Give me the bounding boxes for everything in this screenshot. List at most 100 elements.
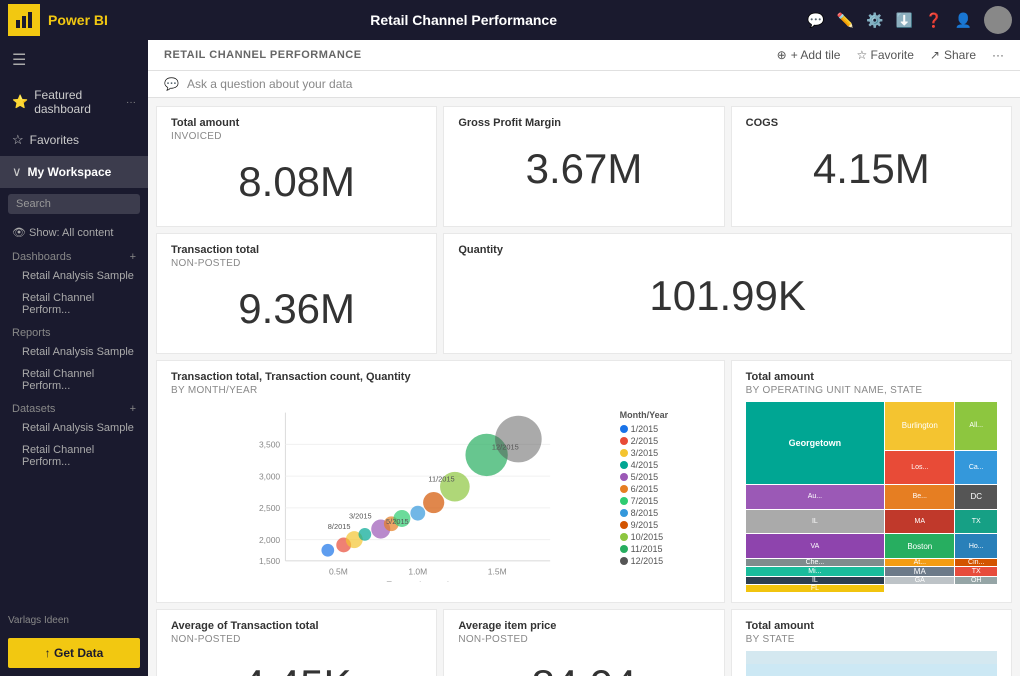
chart-title: Total amount — [746, 620, 997, 632]
share-icon: ↗ — [930, 48, 940, 62]
kpi-quantity[interactable]: Quantity 101.99K — [443, 233, 1012, 354]
settings-icon[interactable]: ⚙️ — [866, 12, 883, 29]
add-dashboard-icon[interactable]: + — [130, 251, 136, 263]
svg-text:0.5M: 0.5M — [329, 567, 348, 577]
workspace-icon: ∨ — [12, 164, 22, 180]
get-data-icon: ↑ — [45, 646, 51, 660]
sidebar: ☰ ⭐ Featured dashboard ··· ☆ Favorites ∨… — [0, 40, 148, 676]
varlags-ideen[interactable]: Varlags Ideen — [0, 611, 148, 630]
svg-text:2,000: 2,000 — [259, 535, 280, 545]
svg-text:3/2015: 3/2015 — [349, 511, 372, 520]
svg-text:1,500: 1,500 — [259, 556, 280, 566]
svg-text:3,500: 3,500 — [259, 440, 280, 450]
kpi-value: 4.45K — [171, 651, 422, 676]
svg-text:1.5M: 1.5M — [488, 567, 507, 577]
sidebar-item-datasets-channel[interactable]: Retail Channel Perform... — [0, 439, 148, 473]
kpi-value: 9.36M — [171, 275, 422, 343]
kpi-subtitle: INVOICED — [171, 131, 422, 142]
svg-text:Transaction total: Transaction total — [387, 579, 449, 582]
kpi-value: 101.99K — [458, 262, 997, 330]
share-button[interactable]: ↗ Share — [930, 48, 976, 62]
sidebar-item-reports-channel[interactable]: Retail Channel Perform... — [0, 363, 148, 397]
toolbar-title: RETAIL CHANNEL PERFORMANCE — [164, 49, 362, 61]
toolbar-actions: ⊕ + Add tile ☆ Favorite ↗ Share ··· — [777, 48, 1004, 62]
eye-icon: 👁 — [12, 227, 26, 239]
map-area: UNITED STATES MEXICO Gulf of Mexico Sorg… — [746, 651, 997, 676]
chart-subtitle: BY MONTH/YEAR — [171, 385, 710, 396]
app-name: Power BI — [48, 12, 108, 28]
svg-text:2,500: 2,500 — [259, 503, 280, 513]
hamburger-menu[interactable]: ☰ — [0, 40, 148, 80]
more-icon[interactable]: ··· — [126, 97, 136, 108]
kpi-value: 8.08M — [171, 148, 422, 216]
add-tile-button[interactable]: ⊕ + Add tile — [777, 48, 841, 62]
chart-subtitle: NON-POSTED — [458, 634, 709, 645]
kpi-value: 3.67M — [458, 135, 709, 203]
sidebar-item-retail-analysis[interactable]: Retail Analysis Sample — [0, 265, 148, 287]
add-dataset-icon[interactable]: + — [130, 403, 136, 415]
svg-text:5/2015: 5/2015 — [386, 517, 409, 526]
sidebar-item-featured[interactable]: ⭐ Featured dashboard ··· — [0, 80, 148, 124]
sidebar-item-favorites[interactable]: ☆ Favorites — [0, 124, 148, 156]
get-data-button[interactable]: ↑ Get Data — [8, 638, 140, 668]
qa-icon: 💬 — [164, 77, 179, 91]
bubble-chart-svg: 3,500 3,000 2,500 2,000 1,500 0.5M 1.0M … — [171, 402, 612, 582]
avg-transaction-card[interactable]: Average of Transaction total NON-POSTED … — [156, 609, 437, 676]
chart-subtitle: BY STATE — [746, 634, 997, 645]
avg-item-price-card[interactable]: Average item price NON-POSTED 84.94 — [443, 609, 724, 676]
kpi-gross-profit[interactable]: Gross Profit Margin 3.67M — [443, 106, 724, 227]
chart-subtitle: NON-POSTED — [171, 634, 422, 645]
kpi-title: Gross Profit Margin — [458, 117, 709, 129]
svg-text:8/2015: 8/2015 — [328, 522, 351, 531]
sidebar-item-datasets-retail[interactable]: Retail Analysis Sample — [0, 417, 148, 439]
qa-placeholder[interactable]: Ask a question about your data — [187, 77, 1004, 91]
logo — [8, 4, 40, 36]
sidebar-item-retail-channel[interactable]: Retail Channel Perform... — [0, 287, 148, 321]
kpi-value: 4.15M — [746, 135, 997, 203]
reports-section: Reports — [0, 321, 148, 341]
topbar: Power BI Retail Channel Performance 💬 ✏️… — [0, 0, 1020, 40]
main-content: RETAIL CHANNEL PERFORMANCE ⊕ + Add tile … — [148, 40, 1020, 676]
download-icon[interactable]: ⬇️ — [896, 12, 913, 29]
star-icon: ⭐ — [12, 94, 28, 110]
show-label: 👁 Show: All content — [0, 220, 148, 245]
dashboards-section: Dashboards + — [0, 245, 148, 265]
user-icon[interactable]: 👤 — [955, 12, 972, 29]
chart-title: Average item price — [458, 620, 709, 632]
favorite-button[interactable]: ☆ Favorite — [856, 48, 913, 62]
kpi-total-amount[interactable]: Total amount INVOICED 8.08M — [156, 106, 437, 227]
kpi-transaction-total[interactable]: Transaction total NON-POSTED 9.36M — [156, 233, 437, 354]
bubble-chart-legend: Month/Year 1/2015 2/2015 3/2015 4/2015 5… — [620, 402, 710, 582]
more-options-button[interactable]: ··· — [992, 48, 1004, 62]
topbar-icons: 💬 ✏️ ⚙️ ⬇️ ❓ 👤 — [807, 6, 1012, 34]
avatar[interactable] — [984, 6, 1012, 34]
help-icon[interactable]: ❓ — [925, 12, 942, 29]
chart-subtitle: BY OPERATING UNIT NAME, STATE — [746, 385, 997, 396]
svg-text:1.0M: 1.0M — [408, 567, 427, 577]
svg-text:12/2015: 12/2015 — [492, 443, 519, 452]
svg-text:3,000: 3,000 — [259, 471, 280, 481]
qa-bar: 💬 Ask a question about your data — [148, 71, 1020, 98]
kpi-value: 84.94 — [458, 651, 709, 676]
dashboard-grid: Total amount INVOICED 8.08M Gross Profit… — [148, 98, 1020, 676]
treemap: Georgetown Burlington All... Los... Ca..… — [746, 402, 997, 592]
datasets-section: Datasets + — [0, 397, 148, 417]
search-input[interactable] — [8, 194, 140, 214]
kpi-subtitle: NON-POSTED — [171, 258, 422, 269]
total-amount-treemap-card[interactable]: Total amount BY OPERATING UNIT NAME, STA… — [731, 360, 1012, 603]
page-title: Retail Channel Performance — [120, 12, 807, 28]
kpi-title: Transaction total — [171, 244, 422, 256]
map-card[interactable]: Total amount BY STATE — [731, 609, 1012, 676]
kpi-title: Quantity — [458, 244, 997, 256]
kpi-title: COGS — [746, 117, 997, 129]
chat-icon[interactable]: 💬 — [807, 12, 824, 29]
favorites-icon: ☆ — [12, 132, 24, 148]
pencil-icon[interactable]: ✏️ — [837, 12, 854, 29]
sidebar-item-workspace[interactable]: ∨ My Workspace — [0, 156, 148, 188]
kpi-cogs[interactable]: COGS 4.15M — [731, 106, 1012, 227]
transaction-chart-card[interactable]: Transaction total, Transaction count, Qu… — [156, 360, 725, 603]
add-tile-icon: ⊕ — [777, 48, 787, 62]
chart-title: Transaction total, Transaction count, Qu… — [171, 371, 710, 383]
svg-text:11/2015: 11/2015 — [428, 474, 454, 483]
sidebar-item-reports-retail[interactable]: Retail Analysis Sample — [0, 341, 148, 363]
